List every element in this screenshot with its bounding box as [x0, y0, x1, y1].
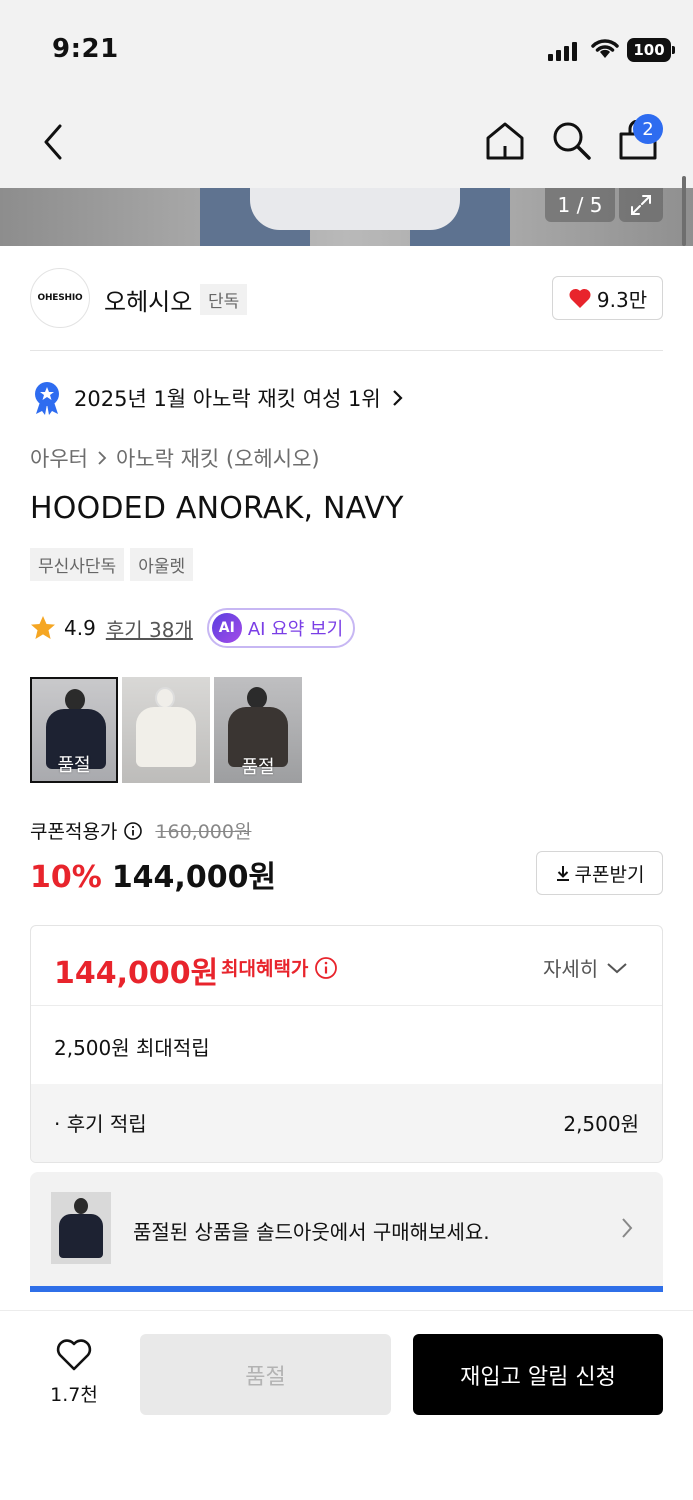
ai-badge-icon: AI	[211, 613, 242, 643]
coupon-price-label: 쿠폰적용가 160,000원	[30, 817, 251, 844]
brand-name[interactable]: 오헤시오	[104, 282, 192, 317]
chevron-right-icon	[392, 390, 403, 406]
ai-summary-label: AI 요약 보기	[247, 619, 344, 640]
banner-accent-bar	[30, 1286, 663, 1292]
brand-like-count: 9.3만	[596, 287, 648, 312]
home-icon[interactable]	[484, 120, 526, 162]
soldout-label: 품절	[241, 757, 275, 778]
ranking-link[interactable]: 2025년 1월 아노락 재킷 여성 1위	[30, 380, 405, 416]
search-icon[interactable]	[551, 120, 593, 162]
wishlist-count: 1.7천	[50, 1384, 98, 1406]
banner-thumbnail	[51, 1192, 111, 1264]
discount-rate: 10%	[30, 860, 102, 895]
reviews-link[interactable]: 후기 38개	[106, 614, 193, 643]
rating-row: 4.9 후기 38개 AI AI 요약 보기	[30, 608, 356, 648]
soldout-market-banner[interactable]: 품절된 상품을 솔드아웃에서 구매해보세요.	[30, 1172, 663, 1292]
review-points-label: · 후기 적립	[54, 1112, 147, 1136]
get-coupon-label: 쿠폰받기	[574, 863, 645, 886]
battery-icon: 100	[627, 38, 675, 62]
max-benefit-header[interactable]: 144,000원 최대혜택가 자세히	[31, 926, 662, 1006]
chevron-right-icon	[622, 1218, 633, 1238]
restock-alert-button[interactable]: 재입고 알림 신청	[413, 1334, 663, 1415]
coupon-label-text: 쿠폰적용가	[30, 821, 118, 843]
star-icon	[31, 616, 55, 639]
banner-message: 품절된 상품을 솔드아웃에서 구매해보세요.	[133, 1220, 490, 1244]
ai-summary-button[interactable]: AI AI 요약 보기	[206, 608, 356, 648]
brand-like-button[interactable]: 9.3만	[552, 276, 663, 320]
max-benefit-panel: 144,000원 최대혜택가 자세히 2,500원 최대적립 · 후기 적립 2…	[30, 925, 663, 1163]
heart-filled-icon	[569, 288, 591, 308]
color-option-ivory[interactable]	[122, 677, 210, 783]
soldout-button: 품절	[140, 1334, 391, 1415]
info-icon[interactable]	[123, 821, 143, 841]
chevron-down-icon	[607, 962, 627, 973]
sale-price: 144,000원	[111, 860, 277, 895]
exclusive-tag: 단독	[200, 284, 248, 315]
color-option-navy[interactable]: 품절	[30, 677, 118, 783]
divider	[30, 350, 663, 351]
details-toggle[interactable]: 자세히	[543, 953, 628, 982]
price-row: 10% 144,000원	[30, 852, 276, 896]
review-points-value: 2,500원	[563, 1112, 639, 1136]
divider	[0, 1310, 693, 1311]
details-label: 자세히	[543, 957, 599, 981]
breadcrumb-category[interactable]: 아우터	[30, 443, 88, 473]
color-option-charcoal[interactable]: 품절	[214, 677, 302, 783]
get-coupon-button[interactable]: 쿠폰받기	[536, 851, 663, 895]
max-benefit-label-text: 최대혜택가	[221, 958, 309, 980]
soldout-label: 품절	[57, 755, 91, 776]
breadcrumb-subcategory[interactable]: 아노락 재킷 (오헤시오)	[116, 443, 320, 473]
product-title: HOODED ANORAK, NAVY	[30, 491, 404, 526]
chevron-right-icon	[98, 451, 107, 465]
wishlist-button[interactable]: 1.7천	[38, 1338, 110, 1407]
max-benefit-price: 144,000원	[54, 956, 219, 991]
max-points-total: 2,500원 최대적립	[54, 1036, 210, 1060]
rating-value: 4.9	[64, 616, 96, 640]
ranking-badge-icon	[35, 382, 59, 415]
wifi-icon	[591, 39, 619, 58]
tag-outlet: 아울렛	[130, 548, 194, 581]
download-icon	[556, 866, 569, 881]
brand-logo[interactable]: OHESHIO	[30, 268, 90, 328]
tag-musinsa-exclusive: 무신사단독	[30, 548, 125, 581]
expand-icon	[631, 195, 651, 215]
product-tags: 무신사단독 아울렛	[30, 548, 194, 581]
status-bar: 9:21 100	[0, 0, 693, 100]
top-navigation	[0, 100, 693, 188]
heart-outline-icon	[56, 1339, 92, 1371]
back-arrow-icon[interactable]	[40, 122, 66, 162]
ranking-text: 2025년 1월 아노락 재킷 여성 1위	[74, 387, 381, 411]
info-icon[interactable]	[314, 956, 338, 980]
breadcrumb: 아우터 아노락 재킷 (오헤시오)	[30, 443, 320, 473]
expand-image-button[interactable]	[619, 188, 663, 222]
max-benefit-label: 최대혜택가	[221, 954, 338, 981]
scrollbar[interactable]	[682, 176, 686, 246]
clock: 9:21	[52, 34, 119, 64]
review-points-row: · 후기 적립 2,500원	[31, 1084, 662, 1162]
original-price: 160,000원	[155, 821, 252, 843]
cart-count-badge: 2	[633, 114, 663, 144]
cellular-signal-icon	[548, 42, 577, 61]
image-counter: 1 / 5	[545, 188, 615, 222]
